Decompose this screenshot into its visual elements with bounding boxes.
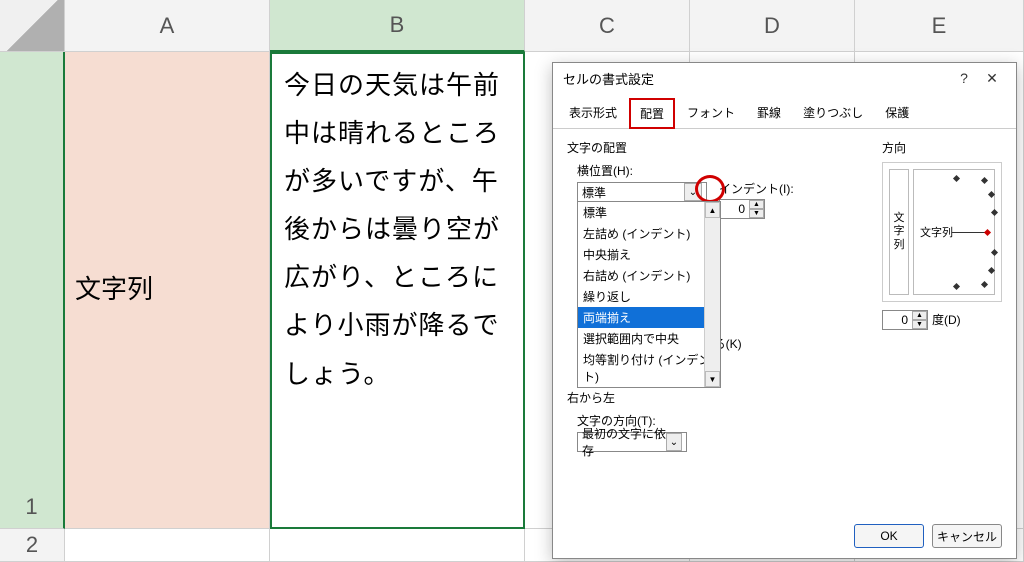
- column-headers: A B C D E: [0, 0, 1024, 52]
- degree-spinner[interactable]: ▲ ▼: [882, 310, 928, 330]
- cell-b2[interactable]: [270, 529, 525, 562]
- col-header-c[interactable]: C: [525, 0, 690, 52]
- ok-button[interactable]: OK: [854, 524, 924, 548]
- chevron-down-icon[interactable]: ⌄: [666, 433, 682, 451]
- cancel-button[interactable]: キャンセル: [932, 524, 1002, 548]
- dropdown-scrollbar[interactable]: ▲ ▼: [704, 202, 720, 387]
- dd-option-center[interactable]: 中央揃え: [578, 244, 720, 265]
- orientation-arc[interactable]: 文字列: [913, 169, 995, 295]
- indent-spinner[interactable]: ▲ ▼: [719, 199, 765, 219]
- horizontal-dropdown: 標準 左詰め (インデント) 中央揃え 右詰め (インデント) 繰り返し 両端揃…: [577, 201, 721, 388]
- tab-number-format[interactable]: 表示形式: [559, 98, 627, 129]
- dialog-tabs: 表示形式 配置 フォント 罫線 塗りつぶし 保護: [553, 93, 1016, 129]
- orientation-handle[interactable]: [984, 229, 991, 236]
- spin-down-icon[interactable]: ▼: [912, 320, 927, 329]
- format-cells-dialog: セルの書式設定 ? ✕ 表示形式 配置 フォント 罫線 塗りつぶし 保護 文字の…: [552, 62, 1017, 559]
- cell-a2[interactable]: [65, 529, 270, 562]
- text-direction-combo[interactable]: 最初の文字に依存 ⌄: [577, 432, 687, 452]
- dd-option-left[interactable]: 左詰め (インデント): [578, 223, 720, 244]
- select-all-corner[interactable]: [0, 0, 65, 52]
- dd-option-justify[interactable]: 両端揃え: [578, 307, 720, 328]
- col-header-b[interactable]: B: [270, 0, 525, 52]
- horizontal-combo[interactable]: 標準 ⌄: [577, 182, 707, 202]
- horizontal-label: 横位置(H):: [577, 162, 868, 179]
- cell-b1[interactable]: 今日の天気は午前中は晴れるところが多いですが、午後からは曇り空が広がり、ところに…: [270, 52, 525, 529]
- help-button[interactable]: ?: [950, 66, 978, 90]
- scroll-track[interactable]: [705, 218, 720, 371]
- dd-option-center-selection[interactable]: 選択範囲内で中央: [578, 328, 720, 349]
- dd-option-repeat[interactable]: 繰り返し: [578, 286, 720, 307]
- degree-label: 度(D): [932, 311, 961, 328]
- dd-option-standard[interactable]: 標準: [578, 202, 720, 223]
- orientation-line: [952, 232, 988, 233]
- tab-alignment[interactable]: 配置: [629, 98, 675, 129]
- chevron-down-icon[interactable]: ⌄: [684, 183, 702, 201]
- orientation-horiz-text: 文字列: [920, 224, 953, 240]
- horizontal-combo-value: 標準: [582, 184, 606, 201]
- tab-protection[interactable]: 保護: [875, 98, 919, 129]
- col-header-a[interactable]: A: [65, 0, 270, 52]
- orientation-group-label: 方向: [882, 139, 1002, 156]
- spin-up-icon[interactable]: ▲: [912, 311, 927, 320]
- scroll-up-icon[interactable]: ▲: [705, 202, 720, 218]
- close-button[interactable]: ✕: [978, 66, 1006, 90]
- text-direction-value: 最初の文字に依存: [582, 425, 666, 459]
- text-alignment-group-label: 文字の配置: [567, 139, 868, 156]
- col-header-e[interactable]: E: [855, 0, 1024, 52]
- spin-down-icon[interactable]: ▼: [749, 209, 764, 218]
- degree-input[interactable]: [883, 313, 911, 327]
- tab-fill[interactable]: 塗りつぶし: [793, 98, 873, 129]
- dd-option-distributed[interactable]: 均等割り付け (インデント): [578, 349, 720, 387]
- dialog-titlebar[interactable]: セルの書式設定 ? ✕: [553, 63, 1016, 93]
- tab-font[interactable]: フォント: [677, 98, 745, 129]
- dialog-title: セルの書式設定: [563, 69, 950, 88]
- dialog-footer: OK キャンセル: [854, 524, 1002, 548]
- dd-option-right[interactable]: 右詰め (インデント): [578, 265, 720, 286]
- tab-border[interactable]: 罫線: [747, 98, 791, 129]
- indent-input[interactable]: [720, 202, 748, 216]
- rtl-group-label: 右から左: [567, 389, 868, 406]
- orientation-vertical-text[interactable]: 文字列: [889, 169, 909, 295]
- row-header-2[interactable]: 2: [0, 529, 65, 562]
- col-header-d[interactable]: D: [690, 0, 855, 52]
- cell-a1[interactable]: 文字列: [65, 52, 270, 529]
- row-header-1[interactable]: 1: [0, 52, 65, 529]
- scroll-down-icon[interactable]: ▼: [705, 371, 720, 387]
- dialog-body: 文字の配置 横位置(H): 標準 ⌄ 標準 左詰め (インデント) 中央揃え 右…: [553, 129, 1016, 462]
- orientation-widget[interactable]: 文字列 文字列: [882, 162, 1002, 302]
